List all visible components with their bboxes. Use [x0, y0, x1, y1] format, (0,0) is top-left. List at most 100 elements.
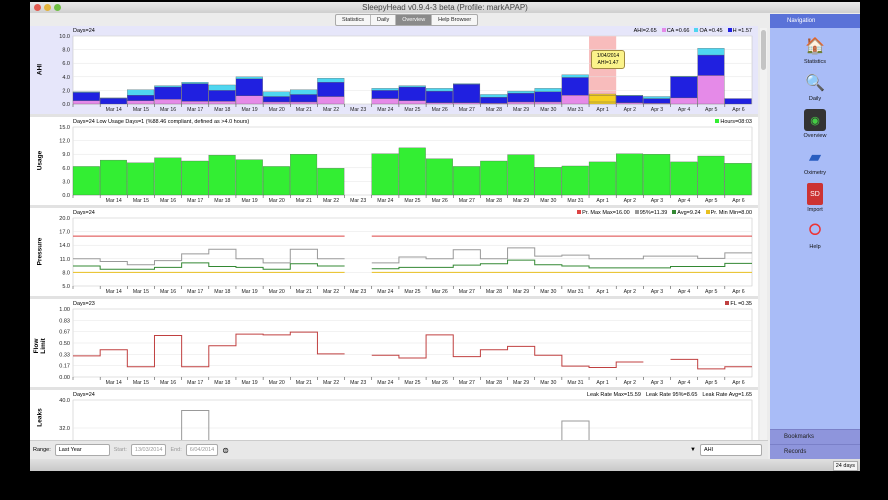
tab-statistics[interactable]: Statistics	[336, 15, 372, 25]
x-tick-label: Mar 23	[350, 289, 366, 295]
ahi-chart[interactable]: 0.0 2.0 4.0 6.0 8.0 10.0 Mar 14 Mar 15 Mar 16 Mar…	[30, 26, 758, 117]
x-tick-label: Mar 31	[567, 380, 583, 386]
x-tick-label: Mar 29	[513, 198, 529, 204]
nav-daily[interactable]: 🔍 Daily	[770, 72, 860, 102]
tab-daily[interactable]: Daily	[371, 15, 397, 25]
bar-oa	[208, 84, 236, 91]
y-tick-label: 0.67	[59, 329, 70, 335]
legend-avg: Avg=9.24	[677, 210, 701, 216]
bar-hours	[127, 162, 155, 196]
bar-oa	[561, 74, 589, 78]
y-tick-label: 6.0	[62, 166, 70, 172]
bar-h	[453, 84, 481, 103]
bar-hours	[480, 160, 508, 196]
range-select[interactable]: Last Year	[54, 444, 110, 456]
x-tick-label: Mar 29	[513, 289, 529, 295]
pressure-legend: Pr. Max Max=16.00 95%=11.39 Avg=9.24 Pr.…	[577, 210, 752, 216]
filter-icon[interactable]: ▼	[690, 447, 696, 453]
x-tick-label: Apr 3	[651, 380, 664, 386]
bar-hours	[208, 154, 236, 196]
y-tick-label: 0.50	[59, 341, 70, 347]
tab-help-browser[interactable]: Help Browser	[432, 15, 477, 25]
magnifier-icon: 🔍	[805, 75, 825, 92]
bar-h	[561, 77, 589, 96]
house-icon: 🏠	[805, 38, 825, 55]
bar-h	[235, 78, 263, 96]
x-tick-label: Mar 15	[133, 198, 149, 204]
x-tick-label: Mar 27	[459, 380, 475, 386]
bar-hours	[371, 153, 399, 196]
bar-hours	[425, 158, 453, 196]
x-tick-label: Apr 6	[732, 380, 745, 386]
bar-oa	[643, 96, 671, 99]
oximeter-icon: ▰	[808, 149, 822, 166]
minimize-window-button[interactable]	[44, 4, 51, 11]
nav-oximetry[interactable]: ▰ Oximetry	[770, 146, 860, 176]
ahi-panel[interactable]: 0.0 2.0 4.0 6.0 8.0 10.0 Mar 14 Mar 15 Mar 16 Mar…	[30, 26, 758, 117]
lifebuoy-icon: ⭘	[808, 222, 822, 239]
flow-limit-chart[interactable]: 0.00 0.17 0.33 0.50 0.67 0.83 1.00 Mar 14 Mar 15…	[30, 299, 758, 390]
bar-h	[588, 95, 616, 103]
bar-hours	[670, 161, 698, 196]
pressure-axis-label: Pressure	[36, 237, 44, 266]
close-window-button[interactable]	[34, 4, 41, 11]
bar-h	[643, 98, 671, 104]
x-tick-label: Mar 23	[350, 198, 366, 204]
start-date-input[interactable]: 13/03/2014	[130, 444, 167, 456]
nav-overview[interactable]: ◉ Overview	[770, 109, 860, 139]
nav-statistics[interactable]: 🏠 Statistics	[770, 35, 860, 65]
status-bar: 24 days	[30, 459, 860, 471]
bar-hours	[534, 167, 562, 196]
bar-ca	[425, 102, 453, 105]
x-tick-label: Mar 30	[540, 380, 556, 386]
navigation-header[interactable]: Navigation	[770, 14, 860, 28]
x-tick-label: Mar 19	[241, 198, 257, 204]
bar-oa	[534, 88, 562, 92]
bookmarks-section[interactable]: Bookmarks	[770, 429, 860, 444]
bar-hours	[262, 166, 290, 196]
bar-ca	[154, 99, 182, 105]
bar-h	[616, 95, 644, 103]
bar-h	[425, 90, 453, 103]
bar-ca	[208, 101, 236, 105]
legend-95: 95%=11.39	[639, 210, 668, 216]
x-tick-label: Mar 18	[214, 107, 230, 113]
y-tick-label: 2.0	[62, 88, 70, 94]
bar-oa	[670, 75, 698, 77]
bar-oa	[480, 94, 508, 98]
bar-hours	[507, 154, 535, 196]
leaks-panel[interactable]: 16.024.032.040.0Mar 14Mar 15Mar 16Mar 17…	[30, 390, 758, 440]
x-tick-label: Apr 4	[678, 107, 691, 113]
legend-hours: Hours=08:03	[720, 119, 752, 125]
x-tick-label: Mar 15	[133, 380, 149, 386]
x-tick-label: Mar 27	[459, 289, 475, 295]
x-tick-label: Mar 28	[486, 380, 502, 386]
x-tick-label: Mar 19	[241, 380, 257, 386]
zoom-window-button[interactable]	[54, 4, 61, 11]
flow-axis-label: Flow Limit	[33, 338, 47, 354]
graph-select[interactable]: AHI	[700, 444, 762, 456]
y-tick-label: 9.0	[62, 152, 70, 158]
scrollbar-thumb[interactable]	[761, 30, 766, 70]
reset-range-icon[interactable]: ⊜	[222, 446, 229, 455]
tab-overview[interactable]: Overview	[396, 15, 433, 25]
records-section[interactable]: Records	[770, 444, 860, 459]
charts-scrollbar[interactable]	[760, 28, 767, 440]
pressure-panel[interactable]: 5.0 8.0 11.0 14.0 17.0 20.0 Mar 14 Mar 15 Mar 16…	[30, 208, 758, 299]
y-tick-label: 1.00	[59, 307, 70, 313]
x-tick-label: Mar 22	[323, 380, 339, 386]
bar-ca	[670, 97, 698, 105]
x-tick-label: Mar 26	[432, 380, 448, 386]
x-tick-label: Mar 30	[540, 289, 556, 295]
pressure-chart[interactable]: 5.0 8.0 11.0 14.0 17.0 20.0 Mar 14 Mar 15 Mar 16…	[30, 208, 758, 299]
end-label: End:	[170, 447, 182, 453]
y-tick-label: 40.0	[59, 398, 70, 404]
nav-help[interactable]: ⭘ Help	[770, 220, 860, 250]
flow-limit-panel[interactable]: 0.00 0.17 0.33 0.50 0.67 0.83 1.00 Mar 14 Mar 15…	[30, 299, 758, 390]
nav-import[interactable]: SD Import	[770, 183, 860, 213]
navigation-sidebar: Navigation 🏠 Statistics 🔍 Daily ◉ Overview …	[770, 14, 860, 459]
usage-chart[interactable]: 0.0 3.0 6.0 9.0 12.0 15.0 Mar 14 Mar 15 Mar 16 Ma…	[30, 117, 758, 208]
usage-panel[interactable]: 0.0 3.0 6.0 9.0 12.0 15.0 Mar 14 Mar 15 Mar 16 Ma…	[30, 117, 758, 208]
end-date-input[interactable]: 6/04/2014	[185, 444, 219, 456]
y-tick-label: 0.0	[62, 102, 70, 108]
